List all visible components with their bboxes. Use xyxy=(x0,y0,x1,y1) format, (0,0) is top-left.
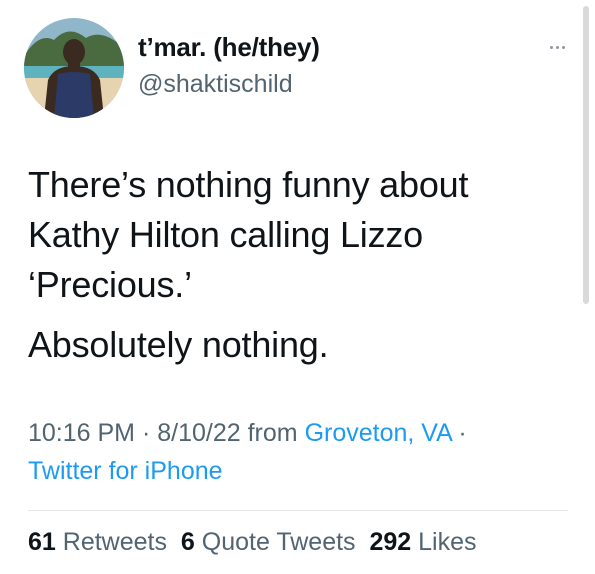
profile-photo-icon xyxy=(24,18,124,118)
dot xyxy=(561,45,565,49)
retweets-label: Retweets xyxy=(62,528,167,556)
likes-stat[interactable]: 292 Likes xyxy=(369,528,476,556)
engagement-stats: 61 Retweets 6 Quote Tweets 292 Likes xyxy=(28,528,477,557)
divider xyxy=(28,510,568,511)
separator: · xyxy=(135,419,158,447)
tweet-meta: 10:16 PM · 8/10/22 from Groveton, VA · T… xyxy=(28,414,568,490)
from-label: from xyxy=(240,419,305,447)
likes-label: Likes xyxy=(418,528,477,556)
quotes-count: 6 xyxy=(180,528,195,556)
quotes-label: Quote Tweets xyxy=(201,528,356,556)
avatar[interactable] xyxy=(24,18,124,118)
tweet-text: There’s nothing funny about Kathy Hilton… xyxy=(28,160,568,370)
quote-tweets-stat[interactable]: 6 Quote Tweets xyxy=(181,528,356,556)
dot xyxy=(549,45,553,49)
separator: · xyxy=(451,419,467,447)
location-link[interactable]: Groveton, VA xyxy=(305,419,452,447)
source-link[interactable]: Twitter for iPhone xyxy=(28,457,223,485)
dot xyxy=(555,45,559,49)
display-name[interactable]: t’mar. (he/they) xyxy=(138,32,320,63)
user-handle[interactable]: @shaktischild xyxy=(138,70,293,99)
more-options-icon[interactable] xyxy=(540,40,574,54)
scrollbar[interactable] xyxy=(583,6,589,304)
tweet-paragraph: Absolutely nothing. xyxy=(28,324,329,365)
likes-count: 292 xyxy=(369,528,412,556)
tweet-time[interactable]: 10:16 PM xyxy=(28,419,135,447)
retweets-count: 61 xyxy=(28,528,56,556)
tweet-date[interactable]: 8/10/22 xyxy=(157,419,240,447)
tweet-card: t’mar. (he/they) @shaktischild There’s n… xyxy=(0,0,595,574)
retweets-stat[interactable]: 61 Retweets xyxy=(28,528,167,556)
tweet-paragraph: There’s nothing funny about Kathy Hilton… xyxy=(28,164,469,305)
